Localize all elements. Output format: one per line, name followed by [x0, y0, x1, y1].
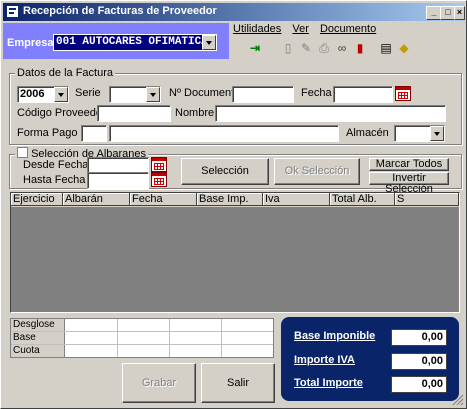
col-s[interactable]: S — [395, 193, 459, 206]
empresa-select[interactable]: 001 AUTOCARES OFIMATICA, — [53, 34, 217, 51]
total-importe-value: 0,00 — [391, 376, 447, 393]
menu-ver[interactable]: Ver — [292, 23, 309, 35]
totals-panel: Base Imponible 0,00 Importe IVA 0,00 Tot… — [281, 317, 459, 401]
total-importe-label: Total Importe — [294, 377, 363, 389]
year-select[interactable]: 2006 — [17, 86, 69, 103]
close-button[interactable]: × — [454, 6, 465, 20]
invertir-seleccion-button[interactable]: Invertir Selección — [369, 172, 449, 195]
desde-label: Desde Fecha — [23, 159, 89, 171]
table-row: Cuota — [11, 345, 273, 357]
new-doc-icon[interactable]: ▯ — [281, 41, 295, 55]
toolbar: ⇥ ▯ ✎ ⎙ ∞ ▮ ▤ ◆ — [233, 39, 461, 59]
main-window: Recepción de Facturas de Proveedor _ □ ×… — [0, 0, 467, 409]
menu-documento[interactable]: Documento — [320, 23, 376, 35]
menu-utilidades[interactable]: Utilidades — [233, 23, 281, 35]
exit-icon[interactable]: ⇥ — [248, 41, 262, 55]
empresa-panel: Empresa 001 AUTOCARES OFIMATICA, — [3, 23, 229, 59]
albaranes-checkbox[interactable] — [17, 147, 28, 158]
app-icon — [7, 6, 18, 17]
formapago-code-input[interactable] — [81, 125, 107, 142]
col-fecha[interactable]: Fecha — [130, 193, 197, 206]
chevron-down-icon[interactable] — [146, 87, 160, 102]
ok-seleccion-button[interactable]: Ok Selección — [274, 158, 360, 185]
table-row: Desglose — [11, 319, 273, 332]
nombre-label: Nombre — [175, 107, 215, 119]
col-iva[interactable]: Iva — [263, 193, 330, 206]
report-icon[interactable]: ▤ — [379, 41, 393, 55]
base-imponible-value: 0,00 — [391, 329, 447, 346]
numdoc-label: Nº Documento — [169, 87, 241, 99]
cuota-label: Cuota — [11, 345, 65, 357]
datos-factura-title: Datos de la Factura — [15, 67, 115, 79]
resize-grip-icon[interactable] — [452, 394, 464, 406]
almacen-label: Almacén — [346, 127, 389, 139]
calendar-icon[interactable] — [395, 86, 411, 101]
table-header: Ejercicio Albarán Fecha Base Imp. Iva To… — [11, 193, 459, 207]
chevron-down-icon[interactable] — [54, 87, 68, 102]
formapago-label: Forma Pago — [17, 127, 78, 139]
col-albaran[interactable]: Albarán — [63, 193, 130, 206]
fecha-input[interactable] — [333, 86, 393, 103]
desglose-table: Desglose Base Cuota — [10, 318, 274, 358]
print-icon[interactable]: ⎙ — [317, 41, 331, 55]
base-label: Base — [11, 332, 65, 344]
salir-button[interactable]: Salir — [201, 363, 275, 403]
year-value: 2006 — [20, 88, 45, 100]
calendar-icon[interactable] — [151, 157, 167, 172]
nombre-input[interactable] — [215, 105, 446, 122]
seleccion-button[interactable]: Selección — [181, 158, 269, 185]
menu-bar: Utilidades Ver Documento — [233, 23, 384, 35]
empresa-value: 001 AUTOCARES OFIMATICA, — [56, 36, 215, 48]
table-row: Base — [11, 332, 273, 345]
empresa-label: Empresa — [7, 37, 54, 49]
chevron-down-icon[interactable] — [202, 35, 216, 50]
title-bar[interactable]: Recepción de Facturas de Proveedor _ □ × — [3, 3, 465, 21]
books-icon[interactable]: ▮ — [353, 41, 367, 55]
col-base-imp[interactable]: Base Imp. — [197, 193, 263, 206]
fecha-label: Fecha — [301, 87, 332, 99]
edit-icon[interactable]: ✎ — [299, 41, 313, 55]
grabar-button[interactable]: Grabar — [122, 363, 196, 403]
base-imponible-label: Base Imponible — [294, 330, 376, 342]
desglose-label: Desglose — [11, 319, 65, 331]
importe-iva-label: Importe IVA — [294, 354, 355, 366]
codprov-label: Código Proveedor — [17, 107, 106, 119]
serie-label: Serie — [75, 87, 101, 99]
search-binoculars-icon[interactable]: ∞ — [335, 41, 349, 55]
albaranes-table[interactable]: Ejercicio Albarán Fecha Base Imp. Iva To… — [10, 192, 460, 313]
hasta-fecha-input[interactable] — [87, 172, 149, 189]
eraser-icon[interactable]: ◆ — [397, 41, 411, 55]
marcar-todos-button[interactable]: Marcar Todos — [369, 158, 449, 171]
chevron-down-icon[interactable] — [430, 126, 444, 141]
col-ejercicio[interactable]: Ejercicio — [11, 193, 63, 206]
formapago-desc-input[interactable] — [109, 125, 339, 142]
col-total-alb[interactable]: Total Alb. — [330, 193, 395, 206]
numdoc-input[interactable] — [232, 86, 294, 103]
window-title: Recepción de Facturas de Proveedor — [23, 5, 217, 17]
calendar-icon[interactable] — [151, 172, 167, 187]
almacen-select[interactable] — [394, 125, 445, 142]
hasta-label: Hasta Fecha — [23, 174, 86, 186]
codprov-input[interactable] — [97, 105, 171, 122]
serie-select[interactable] — [109, 86, 161, 103]
importe-iva-value: 0,00 — [391, 353, 447, 370]
